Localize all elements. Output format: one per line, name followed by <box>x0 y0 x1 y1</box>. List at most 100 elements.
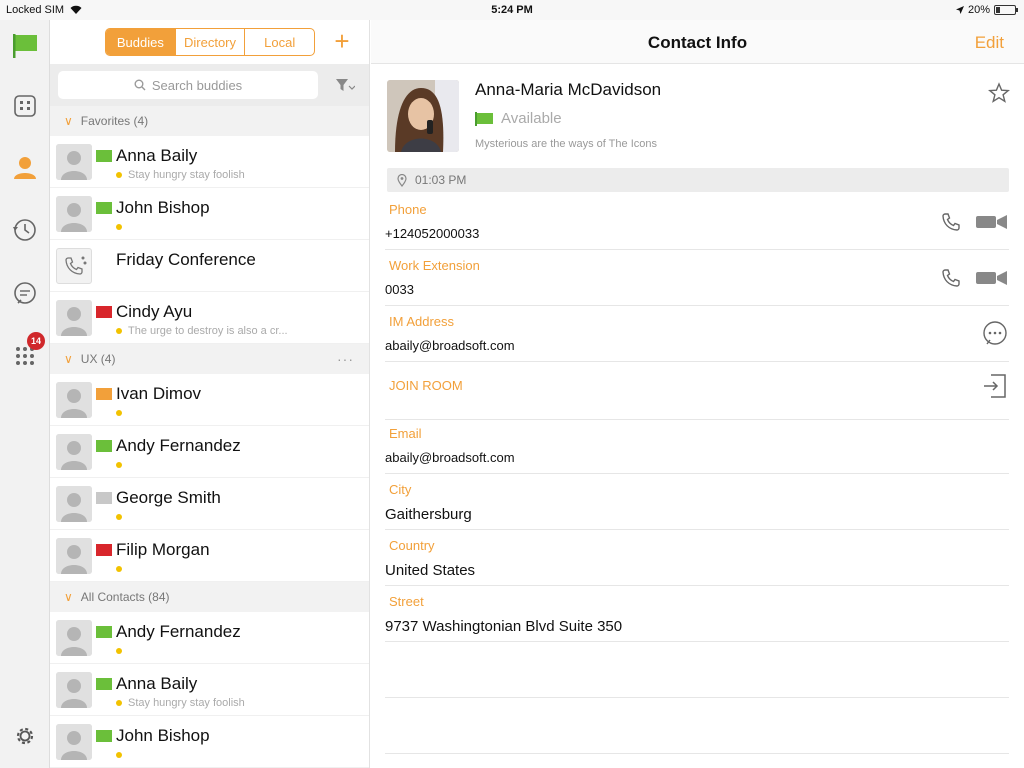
avatar <box>56 300 92 336</box>
chevron-down-icon: ∨ <box>64 114 73 128</box>
presence-flag-icon <box>96 202 112 214</box>
buddy-row[interactable]: Andy Fernandez <box>50 612 369 664</box>
email-value: abaily@broadsoft.com <box>385 450 515 465</box>
buddy-row[interactable]: Filip Morgan <box>50 530 369 582</box>
video-call-icon[interactable] <box>975 213 1009 231</box>
buddy-status <box>116 459 128 471</box>
buddy-name: Friday Conference <box>116 250 256 269</box>
buddy-name: John Bishop <box>116 726 210 745</box>
contact-name: Anna-Maria McDavidson <box>475 80 662 99</box>
group-header[interactable]: ∨ Favorites (4) <box>50 106 369 136</box>
street-field: Street 9737 Washingtonian Blvd Suite 350 <box>385 594 1009 642</box>
buddy-status-text: The urge to destroy is also a cr... <box>128 325 288 337</box>
im-address-value: abaily@broadsoft.com <box>385 338 515 353</box>
email-field[interactable]: Email abaily@broadsoft.com <box>385 426 1009 474</box>
buddy-name: George Smith <box>116 488 221 507</box>
buddy-name: Andy Fernandez <box>116 436 241 455</box>
edit-button[interactable]: Edit <box>975 33 1004 53</box>
contact-photo <box>387 80 459 152</box>
buddy-status-text: Stay hungry stay foolish <box>128 697 245 709</box>
im-address-field[interactable]: IM Address abaily@broadsoft.com <box>385 314 1009 362</box>
presence-flag-icon <box>96 440 112 452</box>
search-bar: Search buddies <box>50 64 369 106</box>
presence-flag-icon <box>96 492 112 504</box>
email-label: Email <box>389 426 422 441</box>
location-arrow-icon <box>955 6 964 14</box>
work-extension-value: 0033 <box>385 282 414 297</box>
tab-directory[interactable]: Directory <box>176 29 246 55</box>
company-directory-icon[interactable] <box>9 90 41 122</box>
filter-funnel-icon <box>336 79 355 91</box>
group-label: UX (4) <box>80 352 116 366</box>
country-value: United States <box>385 562 476 579</box>
phone-field[interactable]: Phone +124052000033 <box>385 202 1009 250</box>
contacts-person-icon[interactable] <box>9 152 41 184</box>
battery-icon <box>994 5 1018 15</box>
location-pin-icon <box>397 173 407 187</box>
local-time-bar: 01:03 PM <box>387 168 1009 192</box>
buddy-row[interactable]: John Bishop <box>50 716 369 768</box>
chevron-down-icon: ∨ <box>64 590 73 604</box>
phone-value: +124052000033 <box>385 226 480 241</box>
work-extension-field[interactable]: Work Extension 0033 <box>385 258 1009 306</box>
settings-gear-icon[interactable] <box>9 720 41 752</box>
buddy-status <box>116 221 128 233</box>
chat-bubble-icon[interactable] <box>981 320 1009 348</box>
group-header[interactable]: ∨ All Contacts (84) <box>50 582 369 612</box>
availability-text: Available <box>501 110 562 127</box>
buddy-name: Anna Baily <box>116 146 198 165</box>
contact-info-pane: Contact Info Edit Anna-Maria McDavidson … <box>371 20 1024 768</box>
avatar <box>56 382 92 418</box>
dialpad-icon[interactable]: 14 <box>9 332 45 372</box>
street-value: 9737 Washingtonian Blvd Suite 350 <box>385 618 623 635</box>
presence-flag-icon[interactable] <box>9 30 41 62</box>
conference-phone-icon <box>56 248 92 284</box>
presence-dot <box>116 514 122 521</box>
city-label: City <box>389 482 412 497</box>
chevron-down-icon: ∨ <box>64 352 73 366</box>
avatar <box>56 486 92 522</box>
add-buddy-button[interactable]: + <box>328 28 356 56</box>
avatar <box>56 144 92 180</box>
presence-dot <box>116 410 122 417</box>
local-time: 01:03 PM <box>415 173 467 187</box>
phone-call-icon[interactable] <box>941 268 961 288</box>
status-message: Mysterious are the ways of The Icons <box>475 138 657 150</box>
buddy-status: The urge to destroy is also a cr... <box>116 325 288 337</box>
favorite-star-icon[interactable] <box>987 82 1011 104</box>
history-icon[interactable] <box>9 214 41 246</box>
buddy-name: Anna Baily <box>116 674 198 693</box>
avatar <box>56 620 92 656</box>
buddy-row[interactable]: Andy Fernandez <box>50 426 369 478</box>
buddy-name: Cindy Ayu <box>116 302 193 321</box>
buddy-list: ∨ Favorites (4) Anna Baily Stay hungry stay… <box>50 106 369 768</box>
green-flag-icon <box>475 111 493 126</box>
page-title: Contact Info <box>647 33 748 52</box>
city-value: Gaithersburg <box>385 506 472 523</box>
buddy-row[interactable]: Anna Baily Stay hungry stay foolish <box>50 664 369 716</box>
phone-call-icon[interactable] <box>941 212 961 232</box>
buddy-row[interactable]: Ivan Dimov <box>50 374 369 426</box>
contact-info-header: Contact Info Edit <box>371 20 1024 64</box>
filter-button[interactable] <box>330 72 360 98</box>
video-call-icon[interactable] <box>975 269 1009 287</box>
tab-buddies[interactable]: Buddies <box>106 29 176 55</box>
buddy-row[interactable]: Friday Conference <box>50 240 369 292</box>
buddy-row[interactable]: George Smith <box>50 478 369 530</box>
chat-icon[interactable] <box>9 278 41 310</box>
buddy-row[interactable]: Cindy Ayu The urge to destroy is also a c… <box>50 292 369 344</box>
dialpad-badge: 14 <box>27 332 45 350</box>
search-input[interactable]: Search buddies <box>58 71 318 99</box>
buddy-status <box>116 407 128 419</box>
buddy-status-text: Stay hungry stay foolish <box>128 169 245 181</box>
buddy-row[interactable]: Anna Baily Stay hungry stay foolish <box>50 136 369 188</box>
presence-dot <box>116 328 122 335</box>
street-label: Street <box>389 594 424 609</box>
search-icon <box>134 79 146 91</box>
enter-room-icon[interactable] <box>981 372 1009 400</box>
buddy-row[interactable]: John Bishop <box>50 188 369 240</box>
tab-local[interactable]: Local <box>245 29 314 55</box>
join-room-row[interactable]: JOIN ROOM <box>385 374 1009 420</box>
group-header[interactable]: ∨ UX (4) ··· <box>50 344 369 374</box>
more-options-icon[interactable]: ··· <box>337 351 354 367</box>
